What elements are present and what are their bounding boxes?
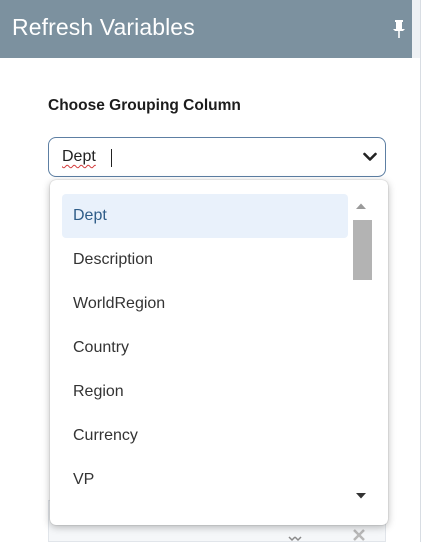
pin-icon[interactable] <box>391 19 407 39</box>
dropdown-option-description[interactable]: Description <box>62 238 348 282</box>
chevron-down-icon[interactable] <box>363 152 377 162</box>
grouping-column-dropdown[interactable]: Dept Description WorldRegion Country Reg… <box>50 180 388 525</box>
dropdown-option-worldregion[interactable]: WorldRegion <box>62 282 348 326</box>
dropdown-option-country[interactable]: Country <box>62 326 348 370</box>
close-icon <box>353 529 365 541</box>
scrollbar-thumb[interactable] <box>353 220 372 280</box>
text-caret <box>111 149 112 167</box>
grouping-column-label: Choose Grouping Column <box>48 97 241 114</box>
dropdown-option-dept[interactable]: Dept <box>62 194 348 238</box>
panel-title-bar: Refresh Variables <box>0 0 412 58</box>
grouping-column-input[interactable]: Dept <box>62 148 96 166</box>
dropdown-option-region[interactable]: Region <box>62 370 348 414</box>
grouping-column-combobox[interactable]: Dept <box>48 137 386 177</box>
dropdown-option-currency[interactable]: Currency <box>62 414 348 458</box>
chevron-down-icon <box>288 536 302 542</box>
panel-title: Refresh Variables <box>12 14 195 40</box>
panel-right-border <box>420 0 428 542</box>
title-bar-edge <box>412 0 420 58</box>
scroll-down-arrow-icon[interactable] <box>355 492 367 500</box>
scroll-up-arrow-icon[interactable] <box>355 202 367 210</box>
refresh-variables-panel: Refresh Variables Choose Grouping Column… <box>0 0 420 542</box>
dropdown-option-vp[interactable]: VP <box>62 458 348 502</box>
